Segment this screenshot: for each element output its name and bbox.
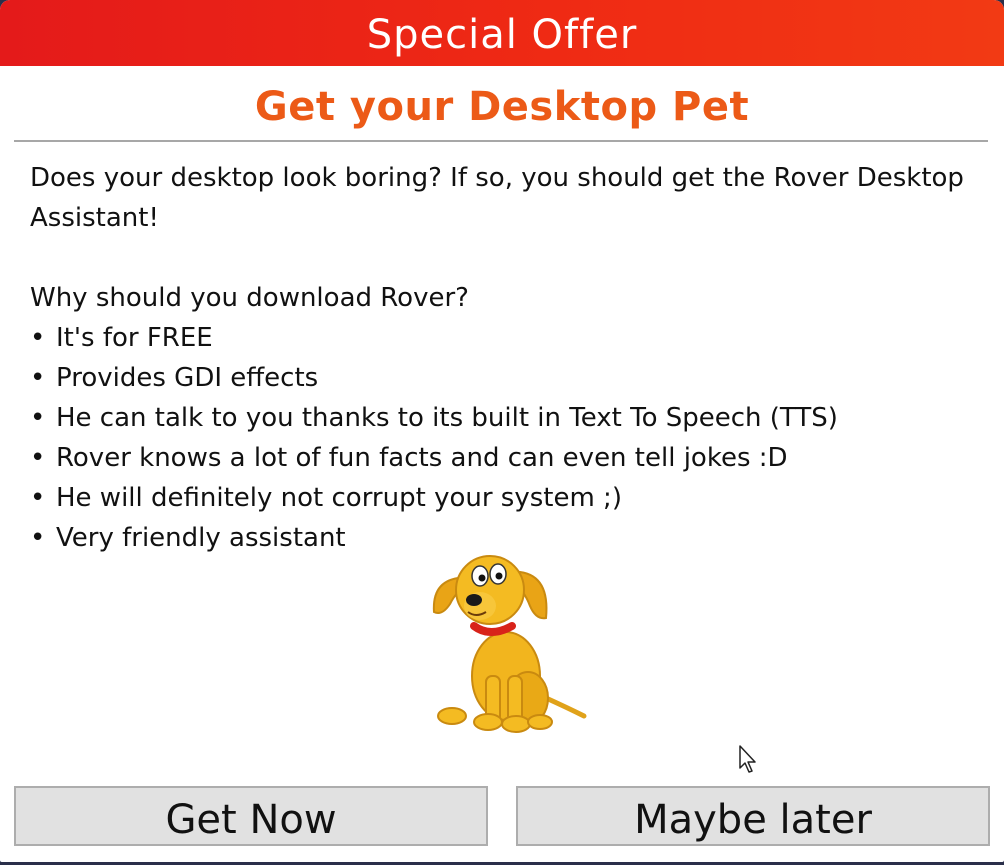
get-now-label: Get Now (165, 797, 337, 843)
window-title: Special Offer (366, 12, 638, 58)
feature-text: Rover knows a lot of fun facts and can e… (56, 443, 788, 473)
offer-heading: Get your Desktop Pet (254, 84, 750, 130)
feature-text: He can talk to you thanks to its built i… (56, 403, 838, 433)
special-offer-window: Special Offer Get your Desktop Pet Does … (0, 0, 1004, 862)
maybe-later-label: Maybe later (634, 797, 872, 843)
divider (14, 140, 988, 142)
feature-text: It's for FREE (56, 323, 213, 353)
bullet-icon: • (30, 323, 46, 353)
bullet-icon: • (30, 443, 46, 473)
bullet-icon: • (30, 483, 46, 513)
list-item: • He will definitely not corrupt your sys… (30, 478, 970, 518)
feature-text: He will definitely not corrupt your syst… (56, 483, 622, 513)
feature-text: Very friendly assistant (56, 523, 346, 553)
rover-dog-icon (432, 555, 587, 733)
feature-list: • It's for FREE • Provides GDI effects • He… (30, 318, 970, 558)
mouse-pointer-icon (739, 745, 756, 773)
question-text: Why should you download Rover? (30, 283, 469, 313)
offer-description: Does your desktop look boring? If so, yo… (30, 158, 970, 558)
list-item: • He can talk to you thanks to its built … (30, 398, 970, 438)
get-now-button[interactable]: Get Now (14, 786, 488, 846)
intro-text: Does your desktop look boring? If so, yo… (30, 163, 964, 233)
bullet-icon: • (30, 363, 46, 393)
list-item: • Rover knows a lot of fun facts and can … (30, 438, 970, 478)
maybe-later-button[interactable]: Maybe later (516, 786, 990, 846)
feature-text: Provides GDI effects (56, 363, 319, 393)
list-item: • It's for FREE (30, 318, 970, 358)
bullet-icon: • (30, 403, 46, 433)
bullet-icon: • (30, 523, 46, 553)
title-bar[interactable]: Special Offer (0, 0, 1004, 66)
list-item: • Provides GDI effects (30, 358, 970, 398)
